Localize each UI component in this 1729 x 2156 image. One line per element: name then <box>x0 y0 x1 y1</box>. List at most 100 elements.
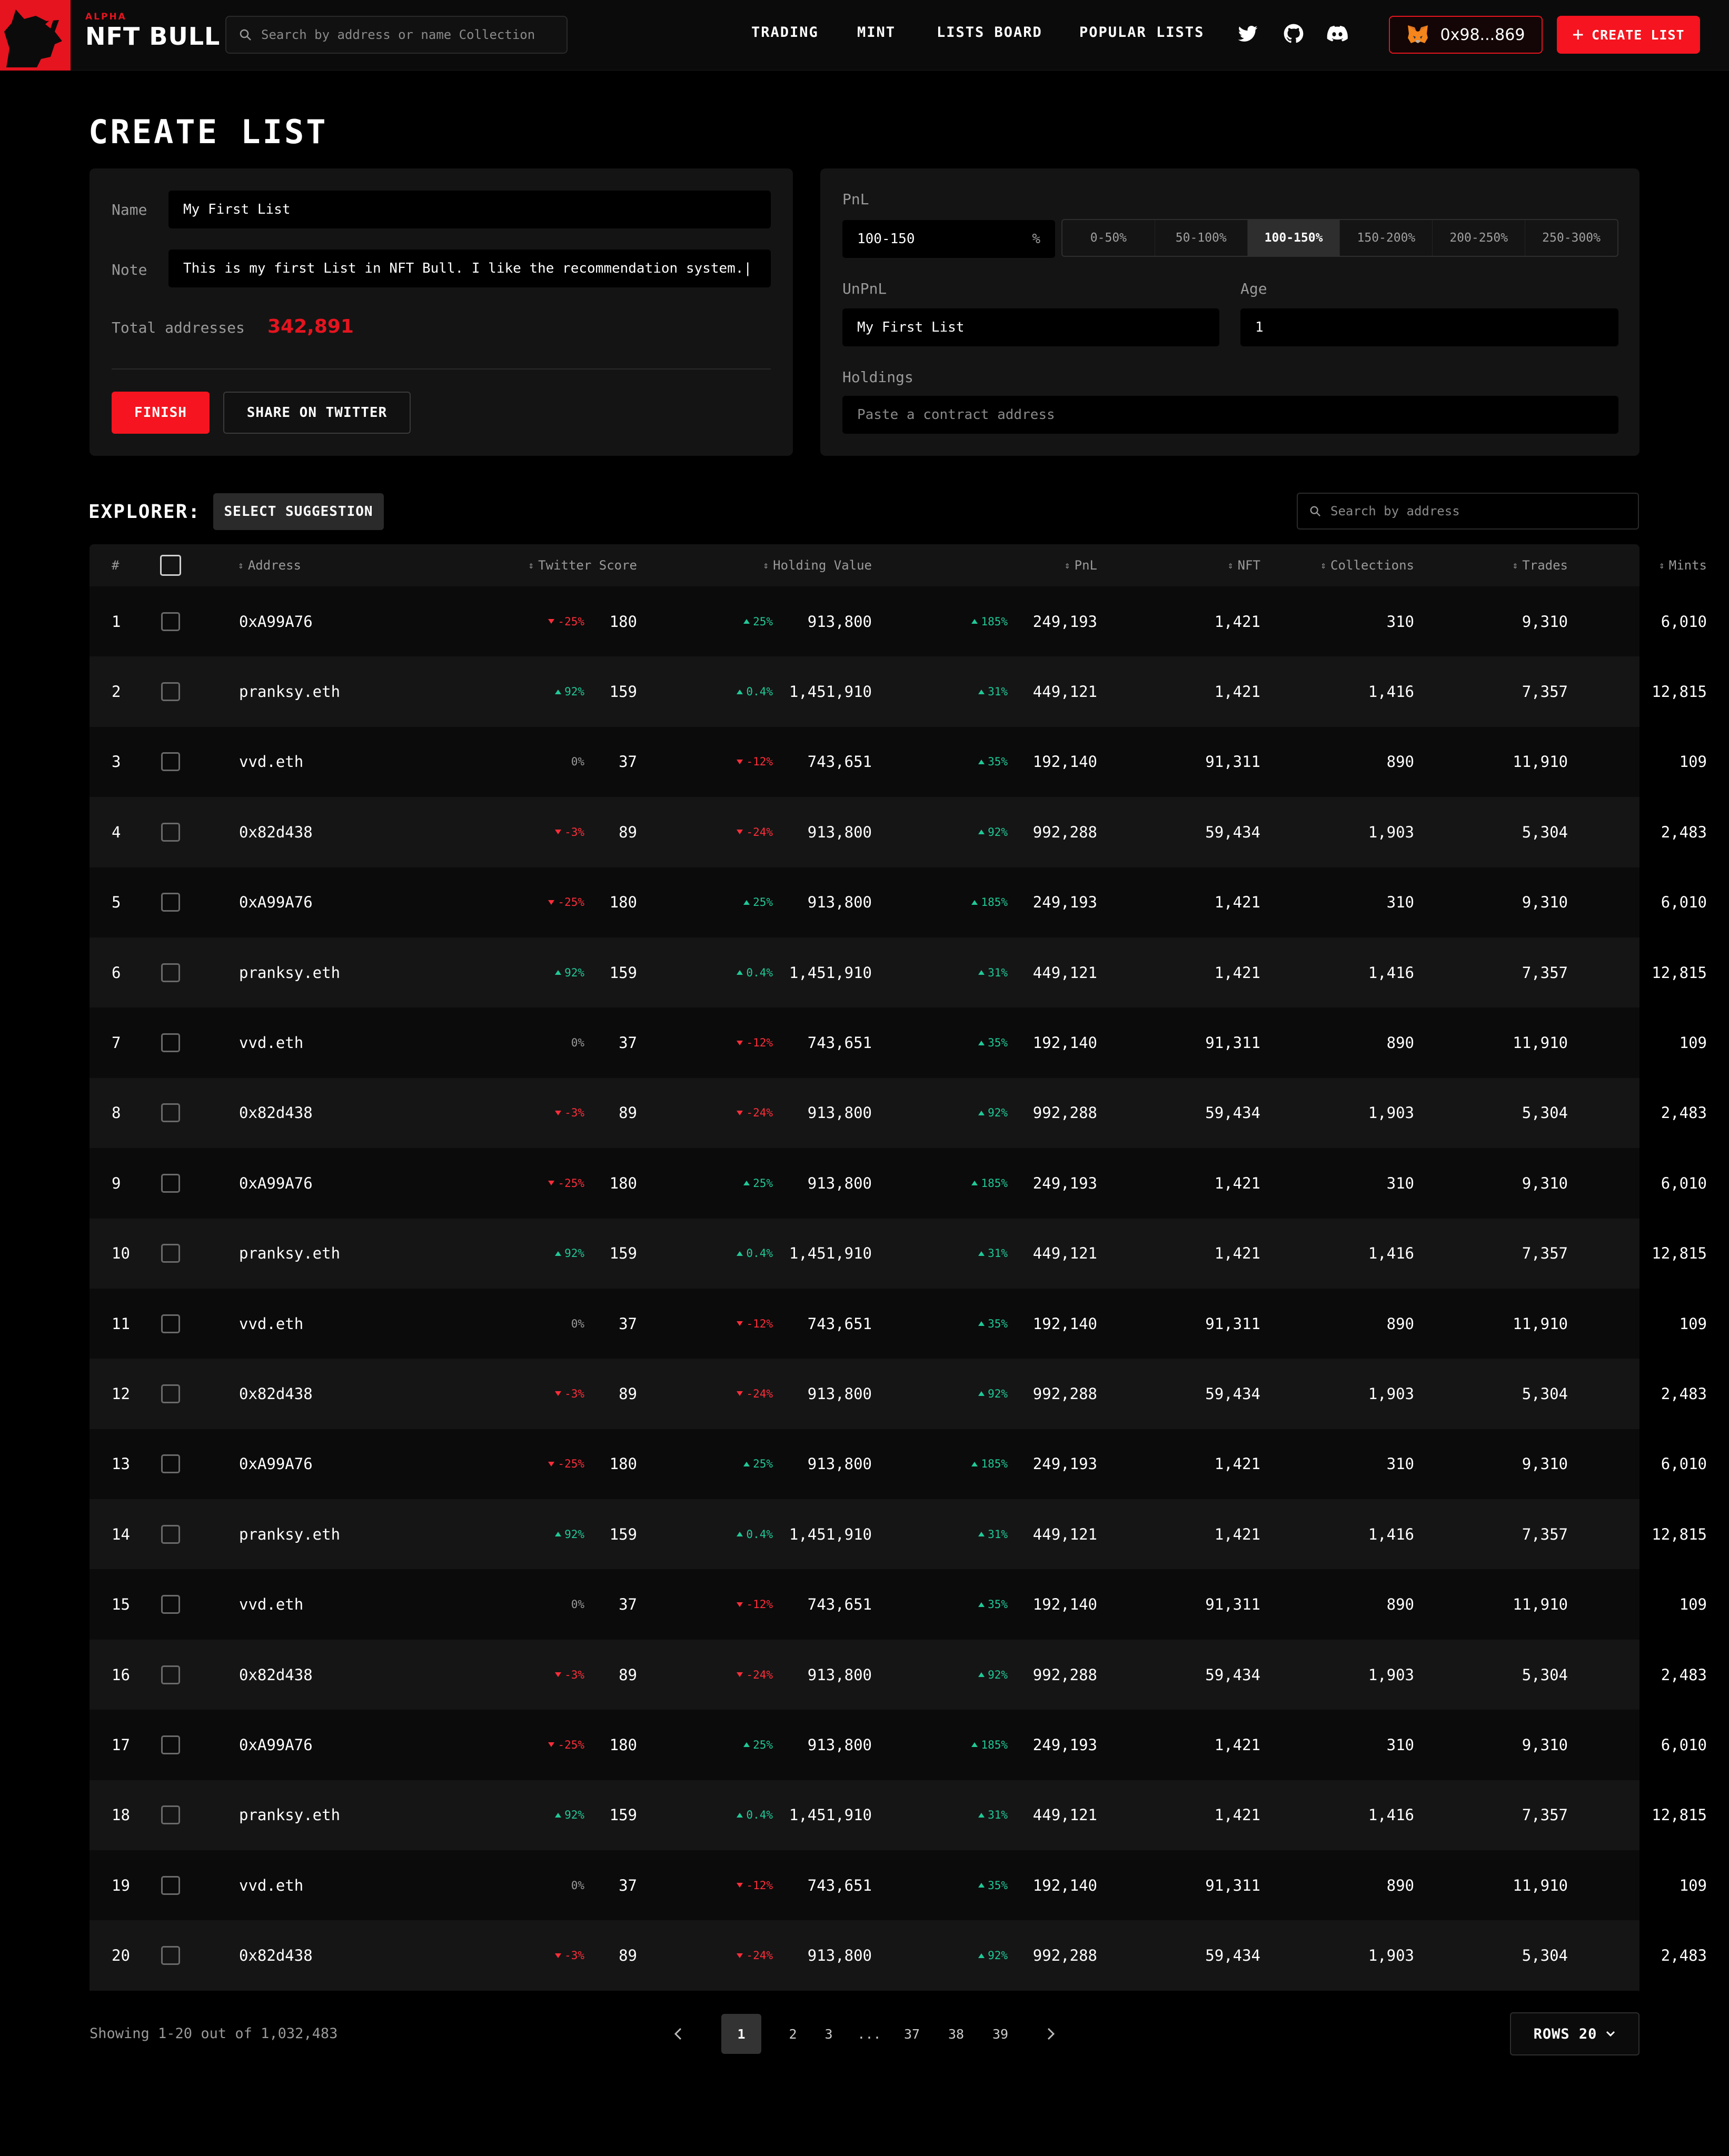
row-address[interactable]: 0xA99A76 <box>239 1710 313 1780</box>
nav-popular-lists[interactable]: POPULAR LISTS <box>1079 24 1204 41</box>
row-address[interactable]: vvd.eth <box>239 1007 303 1077</box>
page-3[interactable]: 3 <box>818 2014 839 2054</box>
row-address[interactable]: pranksy.eth <box>239 1219 340 1289</box>
row-address[interactable]: vvd.eth <box>239 1569 303 1639</box>
row-checkbox[interactable] <box>161 1148 180 1218</box>
share-twitter-button[interactable]: SHARE ON TWITTER <box>223 392 411 434</box>
range-150-200[interactable]: 150-200% <box>1340 220 1433 256</box>
table-row[interactable]: 2 pranksy.eth 92% 159 0.4% 1,451,910 31% 449,12… <box>90 656 1707 727</box>
table-row[interactable]: 16 0x82d438 -3% 89 -24% 913,800 92% 992,288 59,4… <box>90 1639 1707 1710</box>
row-address[interactable]: pranksy.eth <box>239 937 340 1007</box>
nav-lists-board[interactable]: LISTS BOARD <box>937 24 1042 41</box>
row-checkbox[interactable] <box>161 1007 180 1077</box>
range-100-150[interactable]: 100-150% <box>1247 220 1340 256</box>
row-checkbox[interactable] <box>161 656 180 726</box>
table-row[interactable]: 18 pranksy.eth 92% 159 0.4% 1,451,910 31% 449,1… <box>90 1780 1707 1851</box>
table-row[interactable]: 1 0xA99A76 -25% 180 25% 913,800 185% 249,193 1,4… <box>90 586 1707 657</box>
row-checkbox[interactable] <box>161 1920 180 1990</box>
row-address[interactable]: 0xA99A76 <box>239 1148 313 1218</box>
col-nft[interactable]: ⇕ NFT <box>1121 544 1260 586</box>
range-200-250[interactable]: 200-250% <box>1433 220 1526 256</box>
col-mints[interactable]: ⇕ Mints <box>1585 544 1707 586</box>
row-checkbox[interactable] <box>161 1359 180 1429</box>
twitter-icon[interactable] <box>1237 23 1258 44</box>
row-checkbox[interactable] <box>161 1219 180 1289</box>
rows-per-page-select[interactable]: ROWS 20 <box>1510 2012 1639 2055</box>
table-row[interactable]: 13 0xA99A76 -25% 180 25% 913,800 185% 249,193 1,… <box>90 1429 1707 1500</box>
row-address[interactable]: 0xA99A76 <box>239 1429 313 1499</box>
table-row[interactable]: 6 pranksy.eth 92% 159 0.4% 1,451,910 31% 449,12… <box>90 937 1707 1008</box>
select-all-checkbox[interactable] <box>160 544 181 586</box>
row-checkbox[interactable] <box>161 727 180 797</box>
finish-button[interactable]: FINISH <box>112 392 210 434</box>
next-page-icon[interactable] <box>1040 2014 1061 2054</box>
row-checkbox[interactable] <box>161 937 180 1007</box>
discord-icon[interactable] <box>1327 23 1348 44</box>
row-address[interactable]: 0xA99A76 <box>239 586 313 656</box>
row-checkbox[interactable] <box>161 586 180 656</box>
table-row[interactable]: 9 0xA99A76 -25% 180 25% 913,800 185% 249,193 1,4… <box>90 1148 1707 1219</box>
col-trades[interactable]: ⇕ Trades <box>1437 544 1568 586</box>
row-address[interactable]: 0xA99A76 <box>239 867 313 937</box>
range-250-300[interactable]: 250-300% <box>1525 220 1617 256</box>
row-checkbox[interactable] <box>161 1289 180 1359</box>
table-row[interactable]: 14 pranksy.eth 92% 159 0.4% 1,451,910 31% 449,1… <box>90 1499 1707 1570</box>
row-address[interactable]: vvd.eth <box>239 1850 303 1920</box>
prev-page-icon[interactable] <box>668 2014 689 2054</box>
table-row[interactable]: 5 0xA99A76 -25% 180 25% 913,800 185% 249,193 1,4… <box>90 867 1707 937</box>
col-address[interactable]: ⇕ Address <box>238 544 301 586</box>
row-address[interactable]: pranksy.eth <box>239 1780 340 1850</box>
table-row[interactable]: 11 vvd.eth 0% 37 -12% 743,651 35% 192,140 91,311… <box>90 1288 1707 1359</box>
range-50-100[interactable]: 50-100% <box>1155 220 1248 256</box>
page-39[interactable]: 39 <box>989 2014 1012 2054</box>
page-38[interactable]: 38 <box>945 2014 968 2054</box>
nav-mint[interactable]: MINT <box>857 24 896 41</box>
row-address[interactable]: 0x82d438 <box>239 1359 313 1429</box>
row-checkbox[interactable] <box>161 1850 180 1920</box>
col-twitter-score[interactable]: ⇕ Twitter Score <box>426 544 637 586</box>
page-37[interactable]: 37 <box>900 2014 923 2054</box>
create-list-button[interactable]: + CREATE LIST <box>1557 16 1700 54</box>
wallet-button[interactable]: 0x98...869 <box>1389 16 1543 54</box>
table-row[interactable]: 19 vvd.eth 0% 37 -12% 743,651 35% 192,140 91,311… <box>90 1850 1707 1921</box>
holdings-input[interactable]: Paste a contract address <box>842 396 1618 434</box>
row-address[interactable]: vvd.eth <box>239 1289 303 1359</box>
note-input[interactable]: This is my first List in NFT Bull. I lik… <box>168 249 771 287</box>
table-row[interactable]: 10 pranksy.eth 92% 159 0.4% 1,451,910 31% 449,1… <box>90 1218 1707 1289</box>
global-search-input[interactable]: Search by address or name Collection <box>225 16 568 54</box>
table-row[interactable]: 12 0x82d438 -3% 89 -24% 913,800 92% 992,288 59,4… <box>90 1359 1707 1429</box>
range-0-50[interactable]: 0-50% <box>1062 220 1155 256</box>
select-suggestion-button[interactable]: SELECT SUGGESTION <box>213 493 384 530</box>
row-checkbox[interactable] <box>161 1780 180 1850</box>
table-row[interactable]: 4 0x82d438 -3% 89 -24% 913,800 92% 992,288 59,43… <box>90 797 1707 867</box>
nav-trading[interactable]: TRADING <box>751 24 819 41</box>
row-address[interactable]: 0x82d438 <box>239 797 313 867</box>
row-checkbox[interactable] <box>161 867 180 937</box>
age-input[interactable]: 1 <box>1240 308 1618 346</box>
row-address[interactable]: pranksy.eth <box>239 1499 340 1569</box>
row-address[interactable]: vvd.eth <box>239 727 303 797</box>
row-checkbox[interactable] <box>161 1710 180 1780</box>
row-checkbox[interactable] <box>161 1640 180 1710</box>
row-checkbox[interactable] <box>161 1569 180 1639</box>
row-address[interactable]: 0x82d438 <box>239 1920 313 1990</box>
table-row[interactable]: 3 vvd.eth 0% 37 -12% 743,651 35% 192,140 91,311 8… <box>90 726 1707 797</box>
row-address[interactable]: pranksy.eth <box>239 656 340 726</box>
table-row[interactable]: 15 vvd.eth 0% 37 -12% 743,651 35% 192,140 91,311… <box>90 1569 1707 1640</box>
table-row[interactable]: 17 0xA99A76 -25% 180 25% 913,800 185% 249,193 1,… <box>90 1710 1707 1780</box>
github-icon[interactable] <box>1283 23 1304 44</box>
row-checkbox[interactable] <box>161 1499 180 1569</box>
col-pnl[interactable]: ⇕ PnL <box>932 544 1097 586</box>
bull-logo-icon[interactable] <box>0 0 71 71</box>
logo-wordmark[interactable]: ALPHA NFT BULL <box>85 12 220 51</box>
table-row[interactable]: 20 0x82d438 -3% 89 -24% 913,800 92% 992,288 59,4… <box>90 1920 1707 1991</box>
pnl-input[interactable]: 100-150 % <box>842 220 1055 258</box>
table-row[interactable]: 8 0x82d438 -3% 89 -24% 913,800 92% 992,288 59,43… <box>90 1077 1707 1149</box>
address-search-input[interactable]: Search by address <box>1297 493 1639 530</box>
col-collections[interactable]: ⇕ Collections <box>1279 544 1414 586</box>
page-2[interactable]: 2 <box>782 2014 803 2054</box>
page-1[interactable]: 1 <box>721 2014 761 2054</box>
row-checkbox[interactable] <box>161 1078 180 1148</box>
row-checkbox[interactable] <box>161 797 180 867</box>
row-checkbox[interactable] <box>161 1429 180 1499</box>
